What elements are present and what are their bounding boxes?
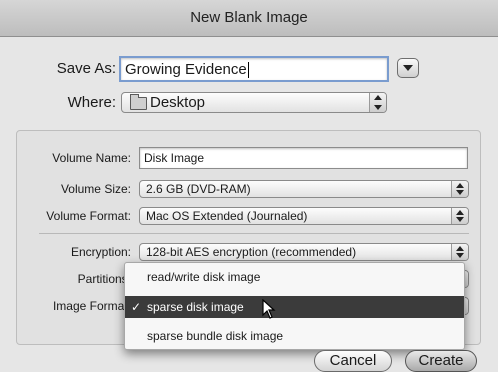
group-separator — [39, 233, 469, 234]
save-as-label: Save As: — [56, 60, 116, 77]
volume-name-label: Volume Name: — [52, 151, 131, 165]
folder-icon — [130, 94, 147, 110]
menu-item-read-write[interactable]: read/write disk image — [125, 266, 464, 288]
image-format-label: Image Format: — [52, 299, 131, 313]
encryption-value: 128-bit AES encryption (recommended) — [146, 245, 357, 259]
volume-size-popup[interactable]: 2.6 GB (DVD-RAM) — [139, 180, 469, 198]
popup-stepper-icon — [451, 244, 468, 260]
encryption-label: Encryption: — [70, 245, 131, 259]
popup-stepper-icon — [451, 181, 468, 197]
create-button[interactable]: Create — [405, 350, 477, 372]
where-label: Where: — [67, 94, 116, 111]
volume-size-label: Volume Size: — [60, 182, 131, 196]
menu-item-sparse-bundle[interactable]: sparse bundle disk image — [125, 325, 464, 347]
expand-disclosure-button[interactable] — [397, 58, 419, 78]
menu-item-sparse-disk-image[interactable]: ✓ sparse disk image — [125, 296, 464, 318]
save-as-field[interactable]: Growing Evidence — [119, 56, 389, 82]
where-popup[interactable]: Desktop — [121, 92, 387, 113]
image-format-menu: read/write disk image ✓ sparse disk imag… — [124, 262, 465, 350]
popup-stepper-icon — [451, 208, 468, 224]
save-as-value: Growing Evidence — [125, 61, 247, 78]
popup-stepper-icon — [369, 93, 386, 112]
volume-name-field[interactable]: Disk Image — [139, 147, 468, 169]
volume-format-value: Mac OS Extended (Journaled) — [146, 209, 308, 223]
window-title: New Blank Image — [190, 9, 308, 26]
where-value: Desktop — [150, 94, 206, 111]
partitions-label: Partitions: — [77, 272, 131, 286]
volume-size-value: 2.6 GB (DVD-RAM) — [146, 182, 251, 196]
volume-format-popup[interactable]: Mac OS Extended (Journaled) — [139, 207, 469, 225]
chevron-down-icon — [403, 65, 413, 71]
cancel-button[interactable]: Cancel — [314, 350, 392, 372]
volume-name-value: Disk Image — [144, 151, 205, 165]
text-caret — [247, 62, 249, 79]
window-titlebar: New Blank Image — [0, 0, 498, 37]
volume-format-label: Volume Format: — [46, 209, 131, 223]
checkmark-icon: ✓ — [131, 300, 142, 314]
mouse-pointer-icon — [262, 299, 276, 319]
encryption-popup[interactable]: 128-bit AES encryption (recommended) — [139, 243, 469, 261]
